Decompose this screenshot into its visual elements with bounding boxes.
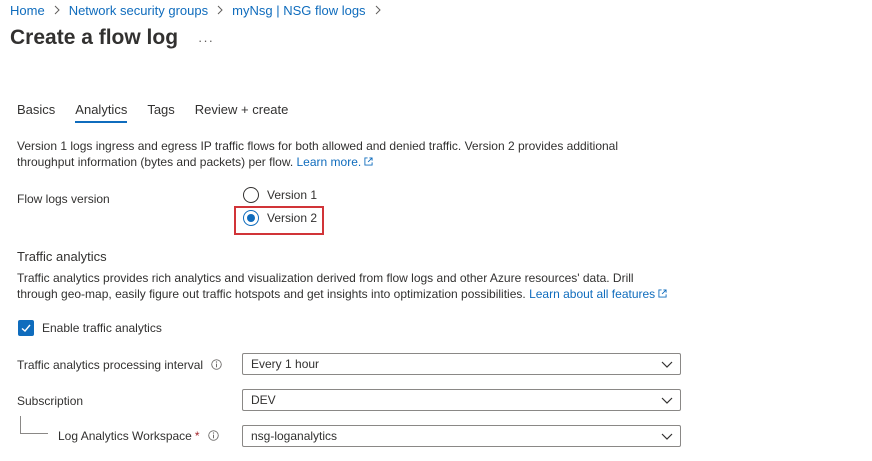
page-title: Create a flow log [10, 26, 179, 49]
version-description: Version 1 logs ingress and egress IP tra… [17, 138, 677, 170]
tab-review-create[interactable]: Review + create [195, 102, 289, 123]
processing-interval-label: Traffic analytics processing interval [17, 358, 204, 372]
chevron-down-icon [661, 397, 673, 404]
subscription-label: Subscription [17, 394, 84, 408]
chevron-down-icon [661, 361, 673, 368]
tab-bar: Basics Analytics Tags Review + create [17, 102, 288, 123]
external-link-icon [364, 157, 373, 166]
radio-circle [243, 210, 259, 226]
radio-circle [243, 187, 259, 203]
more-options-button[interactable]: ··· [198, 33, 214, 48]
tab-basics[interactable]: Basics [17, 102, 55, 123]
workspace-value: nsg-loganalytics [251, 429, 338, 443]
external-link-icon [658, 289, 667, 298]
info-icon[interactable] [211, 359, 222, 370]
breadcrumb-nsg-flow-logs[interactable]: myNsg | NSG flow logs [232, 3, 365, 18]
workspace-label: Log Analytics Workspace [58, 429, 192, 443]
radio-version-1-label: Version 1 [267, 188, 318, 202]
radio-version-2[interactable]: Version 2 [243, 210, 317, 226]
subscription-dropdown[interactable]: DEV [242, 389, 681, 411]
processing-interval-row-label: Traffic analytics processing interval [17, 358, 222, 372]
radio-version-2-label: Version 2 [267, 211, 318, 225]
learn-about-all-features-link[interactable]: Learn about all features [529, 287, 655, 301]
learn-more-link[interactable]: Learn more. [297, 155, 362, 169]
required-marker: * [194, 429, 200, 443]
processing-interval-dropdown[interactable]: Every 1 hour [242, 353, 681, 375]
info-icon[interactable] [207, 430, 219, 441]
breadcrumb-home[interactable]: Home [10, 3, 45, 18]
enable-traffic-analytics-label: Enable traffic analytics [42, 321, 162, 335]
processing-interval-value: Every 1 hour [251, 357, 320, 371]
tab-analytics[interactable]: Analytics [75, 102, 128, 123]
breadcrumb-network-security-groups[interactable]: Network security groups [69, 3, 208, 18]
tree-connector [20, 416, 48, 434]
workspace-dropdown[interactable]: nsg-loganalytics [242, 425, 681, 447]
subscription-value: DEV [251, 393, 276, 407]
checkmark-icon [18, 320, 34, 336]
chevron-right-icon [217, 5, 223, 15]
chevron-down-icon [661, 433, 673, 440]
chevron-right-icon [375, 5, 381, 15]
tab-tags[interactable]: Tags [147, 102, 174, 123]
flow-logs-version-label: Flow logs version [17, 192, 110, 206]
breadcrumb: Home Network security groups myNsg | NSG… [10, 2, 390, 18]
traffic-analytics-description: Traffic analytics provides rich analytic… [17, 270, 677, 302]
enable-traffic-analytics-checkbox[interactable]: Enable traffic analytics [18, 320, 162, 336]
radio-version-1[interactable]: Version 1 [243, 187, 317, 203]
workspace-row-label: Log Analytics Workspace * [58, 429, 219, 443]
radio-dot [247, 214, 255, 222]
traffic-analytics-heading: Traffic analytics [17, 249, 107, 264]
chevron-right-icon [54, 5, 60, 15]
